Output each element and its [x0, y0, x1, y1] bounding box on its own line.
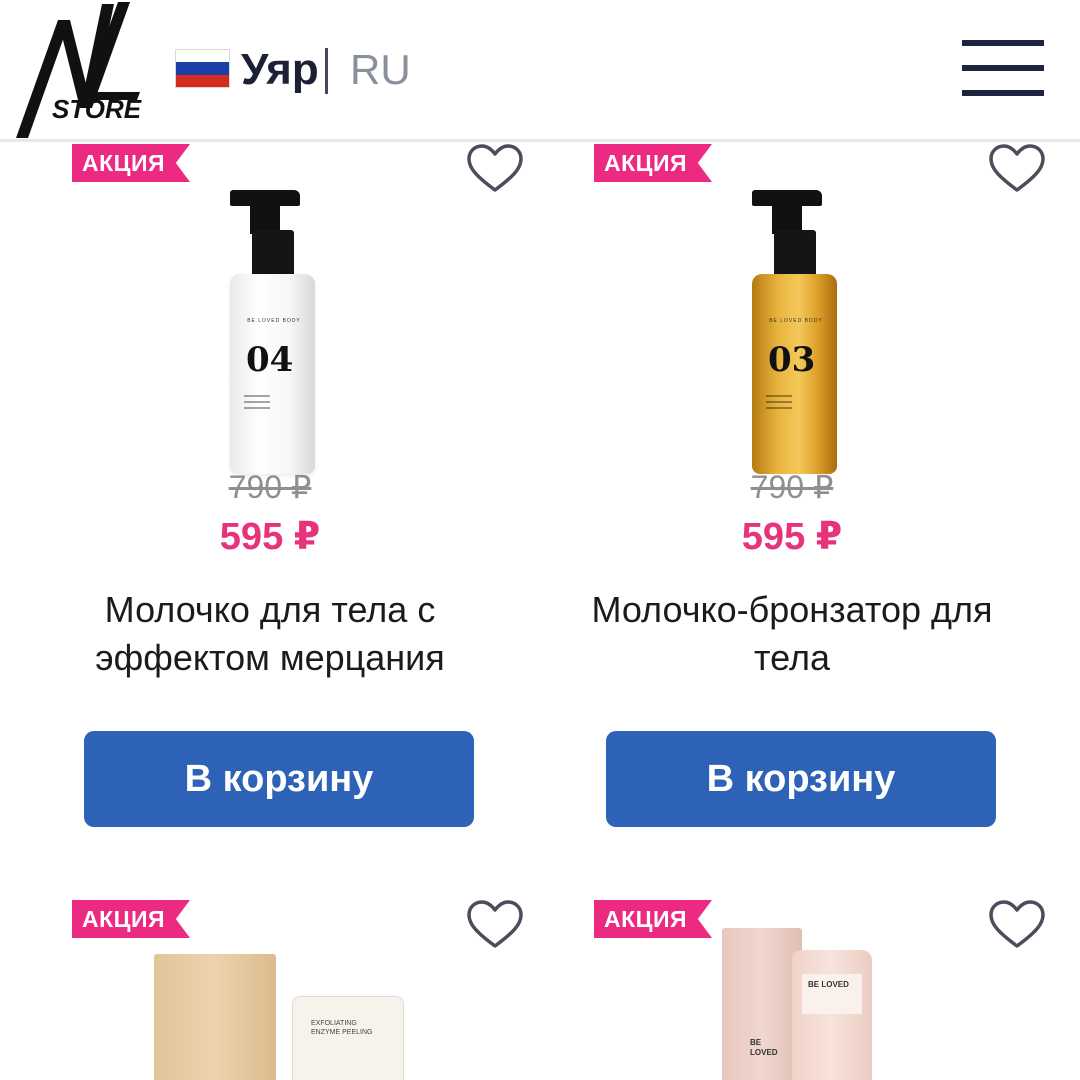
bottle-label-number: 03	[768, 340, 816, 380]
product-image[interactable]: BE LOVED BE LOVED	[718, 922, 898, 1080]
product-card: АКЦИЯ BE LOVED BODY 03 790 ₽ 595 ₽ Молоч…	[522, 144, 1062, 904]
product-image[interactable]: BE LOVED BODY 03	[752, 190, 837, 475]
favorite-heart-icon[interactable]	[988, 144, 1046, 194]
header-divider	[325, 48, 328, 94]
sale-price: 595 ₽	[219, 516, 321, 558]
svg-text:STORE: STORE	[52, 94, 142, 124]
site-header: STORE Уяр RU	[0, 0, 1080, 142]
product-card: АКЦИЯ BE LOVED BE LOVED	[522, 900, 1062, 1080]
product-card: АКЦИЯ BE LOVED BODY 04 790 ₽ 595 ₽ Молоч…	[0, 144, 540, 904]
favorite-heart-icon[interactable]	[466, 144, 524, 194]
old-price: 790 ₽	[750, 469, 834, 505]
russia-flag-icon[interactable]	[175, 49, 230, 88]
city-selector[interactable]: Уяр	[241, 46, 319, 94]
product-card: АКЦИЯ EXFOLIATING ENZYME PEELING	[0, 900, 540, 1080]
old-price: 790 ₽	[228, 469, 312, 505]
menu-icon[interactable]	[962, 40, 1044, 98]
sale-price: 595 ₽	[741, 516, 843, 558]
product-image[interactable]: EXFOLIATING ENZYME PEELING	[150, 950, 410, 1080]
favorite-heart-icon[interactable]	[988, 900, 1046, 950]
sale-badge: АКЦИЯ	[594, 900, 712, 938]
product-title[interactable]: Молочко для тела с эффектом мерцания	[0, 586, 540, 682]
sale-badge: АКЦИЯ	[594, 144, 712, 182]
favorite-heart-icon[interactable]	[466, 900, 524, 950]
sale-badge: АКЦИЯ	[72, 900, 190, 938]
product-title[interactable]: Молочко-бронзатор для тела	[522, 586, 1062, 682]
add-to-cart-button[interactable]: В корзину	[84, 731, 474, 827]
bottle-label-number: 04	[246, 340, 294, 380]
sale-badge: АКЦИЯ	[72, 144, 190, 182]
product-image[interactable]: BE LOVED BODY 04	[230, 190, 315, 475]
nl-store-logo[interactable]: STORE	[14, 0, 144, 140]
language-selector[interactable]: RU	[350, 46, 411, 94]
add-to-cart-button[interactable]: В корзину	[606, 731, 996, 827]
